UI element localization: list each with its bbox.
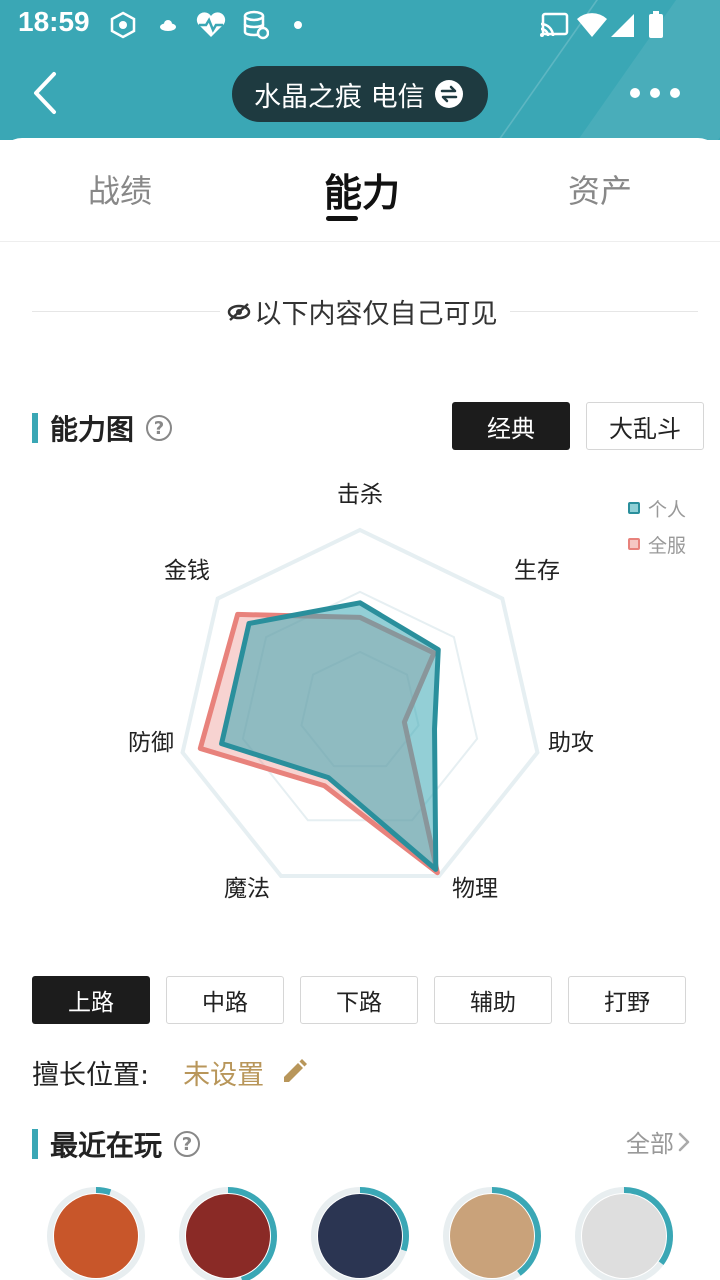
tab-stats[interactable]: 战绩 <box>88 166 152 212</box>
recent-title: 最近在玩 <box>50 1129 163 1162</box>
radar-axis-label: 物理 <box>452 876 498 902</box>
server-switch-button[interactable]: 水晶之痕 电信 <box>232 66 488 122</box>
eye-off-icon <box>227 302 250 321</box>
radar-axis-label: 魔法 <box>224 876 270 902</box>
chart-legend: 个人 全服 <box>628 490 686 562</box>
dot-icon <box>292 10 304 40</box>
ability-radar-chart: 击杀生存助攻物理 魔法 防御 金钱 <box>128 482 594 902</box>
radar-axis-label: 击杀 <box>337 482 383 508</box>
app-notification-icon <box>108 10 138 40</box>
title-accent-bar <box>32 413 38 443</box>
view-all-label: 全部 <box>626 1130 674 1158</box>
recent-champion-avatar[interactable] <box>310 1186 410 1280</box>
pencil-icon[interactable] <box>280 1058 308 1086</box>
cast-icon <box>538 10 570 40</box>
lane-top-button[interactable]: 上路 <box>32 976 150 1024</box>
radar-series-personal <box>219 600 441 872</box>
legend-label-personal: 个人 <box>648 498 687 521</box>
back-button[interactable] <box>26 68 66 118</box>
privacy-notice: 以下内容仅自己可见 <box>32 292 698 332</box>
top-header: 18:59 水晶之痕 电信 <box>0 0 720 140</box>
lane-jungle-button[interactable]: 打野 <box>568 976 686 1024</box>
server-name: 水晶之痕 电信 <box>254 81 425 113</box>
position-label: 擅长位置: <box>32 1059 150 1091</box>
champion-portrait <box>450 1194 534 1278</box>
divider <box>32 311 220 312</box>
champion-portrait <box>186 1194 270 1278</box>
mode-classic-button[interactable]: 经典 <box>452 402 570 450</box>
legend-item-personal: 个人 <box>628 490 686 526</box>
status-time: 18:59 <box>18 6 90 37</box>
battery-icon <box>646 10 666 40</box>
tab-bar: 战绩 能力 资产 <box>0 138 720 242</box>
preferred-position-row: 擅长位置: 未设置 <box>32 1052 308 1092</box>
lane-mid-button[interactable]: 中路 <box>166 976 284 1024</box>
legend-label-server: 全服 <box>648 534 687 557</box>
champion-portrait <box>54 1194 138 1278</box>
radar-axis-label: 防御 <box>128 730 174 756</box>
position-value[interactable]: 未设置 <box>183 1053 264 1092</box>
lane-support-button[interactable]: 辅助 <box>434 976 552 1024</box>
more-menu-button[interactable] <box>630 82 680 104</box>
lane-bottom-button[interactable]: 下路 <box>300 976 418 1024</box>
tab-assets[interactable]: 资产 <box>568 166 632 212</box>
wifi-icon <box>576 10 608 40</box>
legend-swatch-server <box>628 538 640 550</box>
recent-champion-avatar[interactable] <box>46 1186 146 1280</box>
radar-axis-label: 助攻 <box>548 730 594 756</box>
legend-swatch-personal <box>628 502 640 514</box>
swap-icon <box>434 80 463 108</box>
recent-champion-avatar[interactable] <box>442 1186 542 1280</box>
champion-portrait <box>318 1194 402 1278</box>
cloud-icon <box>158 10 178 40</box>
signal-icon <box>608 10 636 40</box>
status-bar: 18:59 <box>0 0 720 50</box>
back-arrow-icon <box>34 72 56 114</box>
chevron-right-icon <box>678 1132 690 1151</box>
heart-pulse-icon <box>194 10 228 40</box>
help-icon[interactable]: ? <box>146 415 173 441</box>
database-sync-icon <box>242 10 270 40</box>
legend-item-server: 全服 <box>628 526 686 562</box>
active-tab-indicator <box>326 216 358 221</box>
radar-axis-label: 金钱 <box>164 558 210 584</box>
radar-axis-label: 生存 <box>514 558 560 584</box>
view-all-link[interactable]: 全部 <box>626 1124 694 1159</box>
ability-section-title: 能力图 ? <box>32 408 173 448</box>
recent-section-title: 最近在玩 ? <box>32 1124 201 1164</box>
title-accent-bar <box>32 1129 38 1159</box>
recent-champion-avatar[interactable] <box>178 1186 278 1280</box>
tab-ability[interactable]: 能力 <box>324 162 400 217</box>
privacy-notice-text: 以下内容仅自己可见 <box>254 299 498 330</box>
champion-portrait <box>582 1194 666 1278</box>
mode-aram-button[interactable]: 大乱斗 <box>586 402 704 450</box>
divider <box>510 311 698 312</box>
help-icon[interactable]: ? <box>174 1131 201 1157</box>
ability-title: 能力图 <box>50 413 135 446</box>
recent-champion-avatar[interactable] <box>574 1186 674 1280</box>
